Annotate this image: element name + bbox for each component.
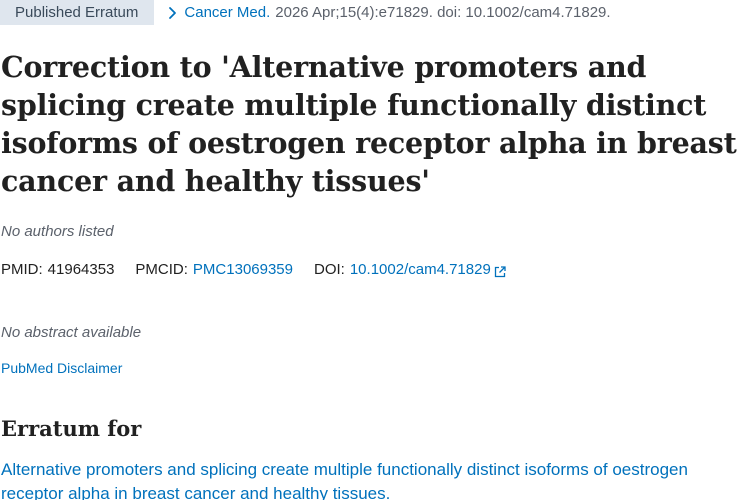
article-identifiers: PMID: 41964353 PMCID: PMC13069359 DOI: 1… [1, 261, 506, 278]
pmid-label: PMID: [1, 261, 43, 278]
external-link-icon[interactable] [494, 265, 506, 277]
pmcid-link[interactable]: PMC13069359 [193, 261, 293, 278]
chevron-right-icon[interactable] [166, 5, 180, 21]
publication-type-badge: Published Erratum [0, 0, 155, 25]
doi-label: DOI: [314, 261, 345, 278]
pubmed-disclaimer-link[interactable]: PubMed Disclaimer [1, 360, 122, 376]
page-title: Correction to 'Alternative promoters and… [1, 50, 737, 198]
pmid-value: 41964353 [47, 261, 115, 278]
authors-list: No authors listed [1, 223, 114, 240]
erratum-for-heading: Erratum for [1, 416, 142, 441]
doi-link[interactable]: 10.1002/cam4.71829 [350, 261, 491, 278]
journal-link[interactable]: Cancer Med. [184, 4, 270, 21]
citation-text: 2026 Apr;15(4):e71829. doi: 10.1002/cam4… [275, 4, 611, 21]
article-header-line: Published Erratum Cancer Med. 2026 Apr;1… [0, 0, 750, 25]
erratum-for-article-link[interactable]: Alternative promoters and splicing creat… [1, 458, 741, 500]
abstract-status: No abstract available [1, 324, 142, 341]
pmcid-label: PMCID: [135, 261, 188, 278]
